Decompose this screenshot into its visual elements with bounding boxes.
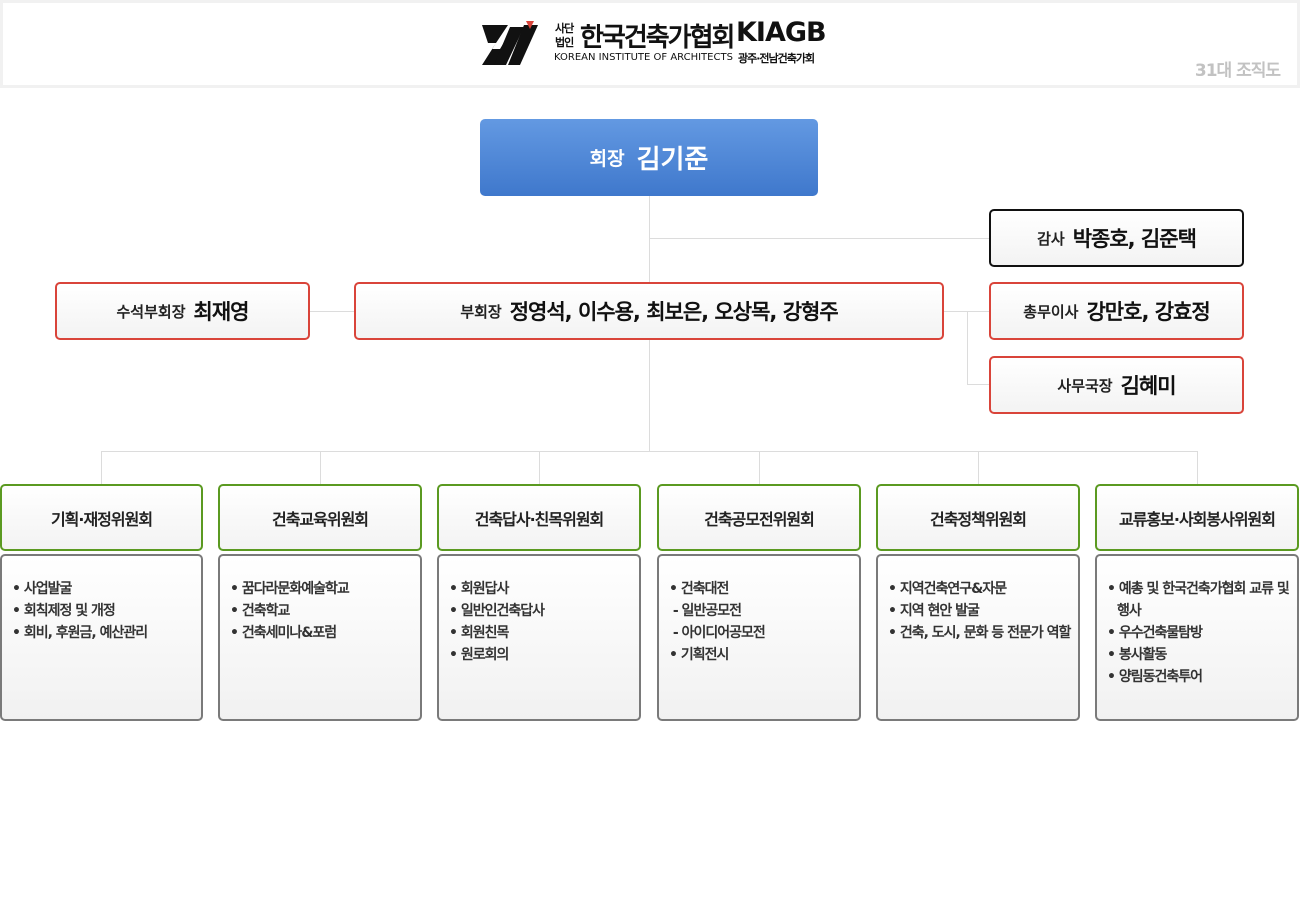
duty-item: • 건축세미나&포럼 [230, 625, 337, 641]
duty-item: • 회비, 후원금, 예산관리 [12, 625, 148, 641]
auditor-role: 감사 [1037, 229, 1065, 248]
duty-item: • 건축, 도시, 문화 등 전문가 역할 [888, 625, 1071, 641]
committee-title: 건축공모전위원회 [657, 484, 861, 551]
committee-duties: • 예총 및 한국건축가협회 교류 및 행사 • 우수건축물탐방 • 봉사활동 … [1095, 554, 1299, 721]
kia-logo-icon [482, 21, 538, 65]
logo-abbreviation: KIAGB [736, 17, 827, 48]
committee-title: 건축교육위원회 [218, 484, 422, 551]
duty-item: • 건축대전 [669, 581, 729, 597]
logo-branch-name: 광주·전남건축가회 [738, 52, 815, 65]
duty-item: • 건축학교 [230, 603, 290, 619]
senior-vp-role: 수석부회장 [116, 302, 186, 321]
duty-list: • 꿈다라문화예술학교 • 건축학교 • 건축세미나&포럼 [230, 578, 414, 644]
duty-item: • 예총 및 한국건축가협회 교류 및 행사 [1107, 581, 1290, 619]
logo-small-text: 사단법인 [555, 22, 574, 49]
duty-item: • 회원친목 [449, 625, 509, 641]
committee-title: 건축정책위원회 [876, 484, 1080, 551]
secretary-general-role: 사무국장 [1057, 376, 1113, 395]
auditor-box: 감사 박종호, 김준택 [989, 209, 1244, 267]
duty-item: • 사업발굴 [12, 581, 72, 597]
president-box: 회장 김기준 [480, 119, 818, 196]
committee-duties: • 꿈다라문화예술학교 • 건축학교 • 건축세미나&포럼 [218, 554, 422, 721]
committee-duties: • 지역건축연구&자문 • 지역 현안 발굴 • 건축, 도시, 문화 등 전문… [876, 554, 1080, 721]
senior-vp-box: 수석부회장 최재영 [55, 282, 310, 340]
duty-list: • 건축대전 - 일반공모전 - 아이디어공모전 • 기획전시 [669, 578, 853, 666]
secretary-general-name: 김혜미 [1120, 374, 1177, 398]
duty-item: - 일반공모전 [669, 603, 742, 619]
secretary-connector [967, 384, 990, 385]
committee-title: 교류홍보·사회봉사위원회 [1095, 484, 1299, 551]
committee-drop-line [101, 451, 102, 485]
duty-list: • 지역건축연구&자문 • 지역 현안 발굴 • 건축, 도시, 문화 등 전문… [888, 578, 1072, 644]
logo-korean-name: 한국건축가협회 [580, 23, 735, 53]
senior-vp-connector [309, 311, 355, 312]
general-affairs-name: 강만호, 강효정 [1086, 300, 1210, 324]
senior-vp-name: 최재영 [193, 300, 250, 324]
committee-drop-line [978, 451, 979, 485]
president-name: 김기준 [636, 145, 709, 175]
duty-item: • 회칙제정 및 개정 [12, 603, 116, 619]
committee-drop-line [320, 451, 321, 485]
committee-drop-line [759, 451, 760, 485]
secretary-general-box: 사무국장 김혜미 [989, 356, 1244, 414]
vice-presidents-names: 정영석, 이수용, 최보은, 오상목, 강형주 [509, 300, 839, 324]
committee-drop-line [539, 451, 540, 485]
committee-title: 기획·재정위원회 [0, 484, 203, 551]
president-role: 회장 [589, 148, 625, 170]
vice-presidents-role: 부회장 [460, 302, 502, 321]
committee-duties: • 건축대전 - 일반공모전 - 아이디어공모전 • 기획전시 [657, 554, 861, 721]
committee-title: 건축답사·친목위원회 [437, 484, 641, 551]
duty-list: • 예총 및 한국건축가협회 교류 및 행사 • 우수건축물탐방 • 봉사활동 … [1107, 578, 1291, 688]
duty-item: • 회원답사 [449, 581, 509, 597]
committee-duties: • 회원답사 • 일반인건축답사 • 회원친목 • 원로회의 [437, 554, 641, 721]
duty-list: • 사업발굴 • 회칙제정 및 개정 • 회비, 후원금, 예산관리 [12, 578, 195, 644]
duty-item: • 지역 현안 발굴 [888, 603, 980, 619]
duty-item: • 일반인건축답사 [449, 603, 545, 619]
committee-bus-line [101, 451, 1198, 452]
duty-item: • 우수건축물탐방 [1107, 625, 1203, 641]
auditor-connector [650, 238, 990, 239]
duty-item: • 원로회의 [449, 647, 509, 663]
committee-drop-line [1197, 451, 1198, 485]
duty-item: • 기획전시 [669, 647, 729, 663]
committee-duties: • 사업발굴 • 회칙제정 및 개정 • 회비, 후원금, 예산관리 [0, 554, 203, 721]
vice-presidents-box: 부회장 정영석, 이수용, 최보은, 오상목, 강형주 [354, 282, 944, 340]
org-chart-caption: 31대 조직도 [1194, 61, 1281, 81]
logo-english-name: KOREAN INSTITUTE OF ARCHITECTS [554, 52, 733, 63]
duty-item: • 지역건축연구&자문 [888, 581, 1007, 597]
auditor-name: 박종호, 김준택 [1072, 227, 1197, 251]
duty-item: • 꿈다라문화예술학교 [230, 581, 350, 597]
duty-item: - 아이디어공모전 [669, 625, 766, 641]
general-affairs-box: 총무이사 강만호, 강효정 [989, 282, 1244, 340]
duty-item: • 양림동건축투어 [1107, 669, 1203, 685]
duty-item: • 봉사활동 [1107, 647, 1167, 663]
secretary-branch-line [967, 311, 968, 385]
general-affairs-role: 총무이사 [1023, 302, 1079, 321]
duty-list: • 회원답사 • 일반인건축답사 • 회원친목 • 원로회의 [449, 578, 633, 666]
